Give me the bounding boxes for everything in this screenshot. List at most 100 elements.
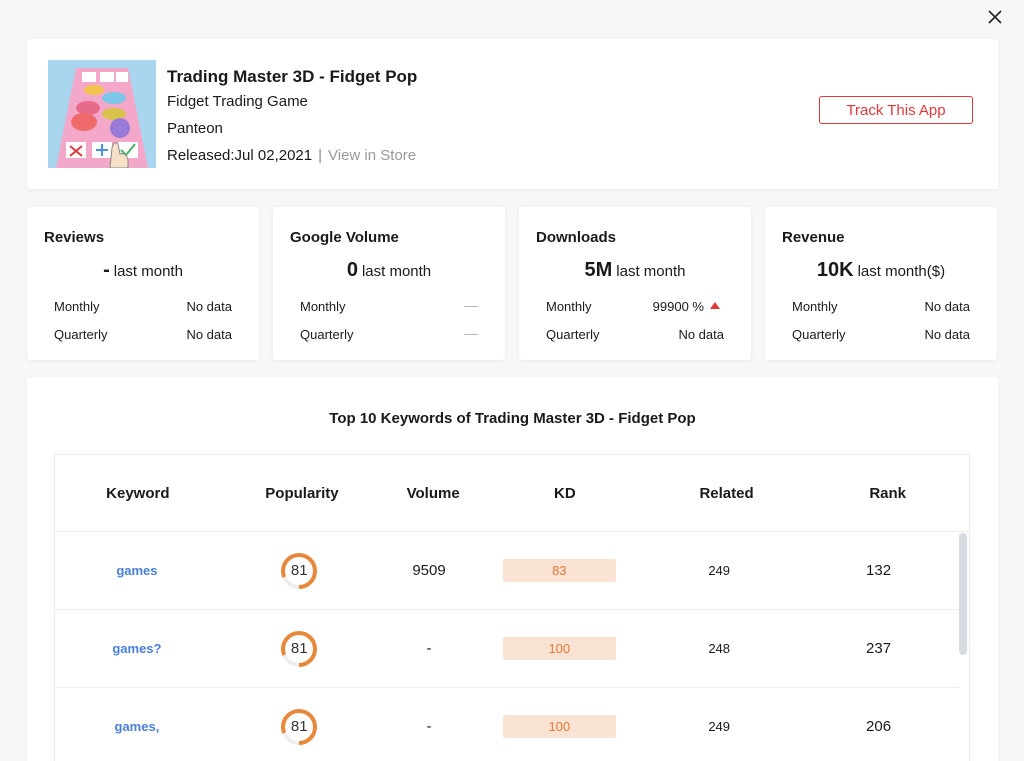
close-button[interactable] — [984, 6, 1006, 28]
table-header: Keyword Popularity Volume KD Related Ran… — [55, 455, 969, 532]
column-header-related[interactable]: Related — [647, 485, 807, 502]
kd-badge: 83 — [502, 559, 616, 582]
popularity-value: 81 — [290, 718, 308, 735]
stat-row-value-wrap: 99900 % — [653, 299, 720, 314]
stat-row-value: No data — [186, 327, 232, 342]
stat-row-value: No data — [924, 299, 970, 314]
stat-unit: last month — [616, 263, 686, 280]
popularity-ring: 81 — [279, 551, 319, 591]
stat-row-label: Quarterly — [792, 327, 846, 342]
column-header-rank[interactable]: Rank — [806, 485, 969, 502]
no-value-dash — [464, 334, 478, 335]
keyword-cell: games — [55, 563, 219, 578]
popularity-ring: 81 — [279, 707, 319, 747]
up-arrow-icon — [710, 302, 720, 310]
keywords-title: Top 10 Keywords of Trading Master 3D - F… — [329, 410, 696, 427]
app-header-card: Trading Master 3D - Fidget Pop Fidget Tr… — [27, 39, 998, 189]
rank-value: 206 — [866, 718, 892, 735]
kd-cell: 100 — [478, 637, 640, 660]
app-icon — [48, 60, 156, 168]
popularity-cell: 81 — [219, 551, 380, 591]
column-header-popularity[interactable]: Popularity — [221, 485, 384, 502]
kd-value: 100 — [548, 641, 571, 656]
stat-unit: last month — [113, 263, 183, 280]
stat-title: Revenue — [782, 229, 845, 246]
stat-title: Google Volume — [290, 229, 399, 246]
related-value[interactable]: 249 — [708, 563, 730, 578]
stat-title: Downloads — [536, 229, 617, 246]
table-body: games 81 9509 83 249 132 games? 81-100 248 237 gam… — [55, 532, 969, 761]
popularity-cell: 81 — [219, 707, 380, 747]
table-row: games, 81 - 100 249 206 — [55, 688, 959, 761]
stat-row-value: No data — [186, 299, 232, 314]
keyword-link[interactable]: games — [116, 563, 157, 578]
volume-cell: 9509 — [380, 562, 479, 579]
table-row: games? 81 - 100 248 237 — [55, 610, 959, 688]
stat-row-monthly: Monthly No data — [54, 299, 232, 314]
kd-cell: 83 — [478, 559, 640, 582]
related-cell: 249 — [640, 563, 798, 578]
kd-badge: 100 — [502, 715, 616, 738]
revenue-card: Revenue 10K last month($) Monthly No data… — [765, 207, 997, 360]
stat-unit: last month($) — [857, 263, 946, 280]
related-cell: 249 — [640, 719, 798, 734]
keyword-cell: games, — [55, 719, 219, 734]
rank-cell: 132 — [798, 562, 959, 579]
stat-row-monthly: Monthly 99900 % — [546, 299, 724, 314]
rank-cell: 237 — [798, 640, 959, 657]
rank-cell: 206 — [798, 718, 959, 735]
stat-unit: last month — [361, 263, 432, 280]
keyword-link[interactable]: games? — [112, 641, 161, 656]
stat-value: - — [103, 259, 110, 281]
rank-value: 237 — [866, 640, 892, 657]
stat-value: 0 — [346, 259, 358, 281]
stat-row-label: Quarterly — [546, 327, 600, 342]
column-header-volume[interactable]: Volume — [383, 485, 483, 502]
stat-row-label: Monthly — [54, 299, 100, 314]
google-volume-card: Google Volume 0 last month Monthly Quarte… — [273, 207, 505, 360]
stat-row-label: Quarterly — [54, 327, 108, 342]
stat-row-quarterly: Quarterly No data — [54, 327, 232, 342]
related-value[interactable]: 249 — [708, 719, 730, 734]
volume-cell: - — [380, 640, 479, 657]
related-value[interactable]: 248 — [708, 641, 730, 656]
separator: | — [318, 147, 323, 164]
popularity-cell: 81 — [219, 629, 380, 669]
popularity-value: 81 — [290, 640, 308, 657]
volume-value: - — [426, 640, 432, 657]
volume-value: - — [426, 718, 432, 735]
stat-row-monthly: Monthly — [300, 299, 478, 314]
app-category: Fidget Trading Game — [167, 93, 308, 110]
keywords-card: Top 10 Keywords of Trading Master 3D - F… — [27, 377, 998, 761]
stat-row-value: No data — [924, 327, 970, 342]
stat-row-label: Monthly — [546, 299, 592, 314]
app-release-line: Released:Jul 02,2021 | View in Store — [167, 147, 416, 164]
column-header-kd[interactable]: KD — [483, 485, 647, 502]
track-app-button[interactable]: Track This App — [819, 96, 973, 124]
release-date: Released:Jul 02,2021 — [167, 147, 313, 164]
stat-row-monthly: Monthly No data — [792, 299, 970, 314]
keyword-cell: games? — [55, 641, 219, 656]
keyword-link[interactable]: games, — [115, 719, 160, 734]
stat-value: 10K — [816, 259, 854, 281]
close-icon — [988, 10, 1002, 24]
volume-cell: - — [380, 718, 479, 735]
reviews-card: Reviews - last month Monthly No data Quar… — [27, 207, 259, 360]
rank-value: 132 — [866, 562, 892, 579]
keywords-table: Keyword Popularity Volume KD Related Ran… — [54, 454, 970, 761]
view-in-store-link[interactable]: View in Store — [328, 147, 416, 164]
kd-cell: 100 — [478, 715, 640, 738]
table-scrollbar[interactable] — [959, 533, 967, 655]
kd-value: 83 — [552, 563, 567, 578]
stat-row-label: Monthly — [300, 299, 346, 314]
column-header-keyword[interactable]: Keyword — [55, 485, 221, 502]
stat-main: 5M last month — [519, 259, 751, 282]
stat-row-value: 99900 % — [652, 299, 704, 314]
volume-value: 9509 — [412, 562, 446, 579]
stat-row-quarterly: Quarterly No data — [792, 327, 970, 342]
kd-value: 100 — [548, 719, 571, 734]
no-value-dash — [464, 306, 478, 307]
stat-value: 5M — [584, 259, 613, 281]
stat-row-quarterly: Quarterly No data — [546, 327, 724, 342]
stat-row-quarterly: Quarterly — [300, 327, 478, 342]
